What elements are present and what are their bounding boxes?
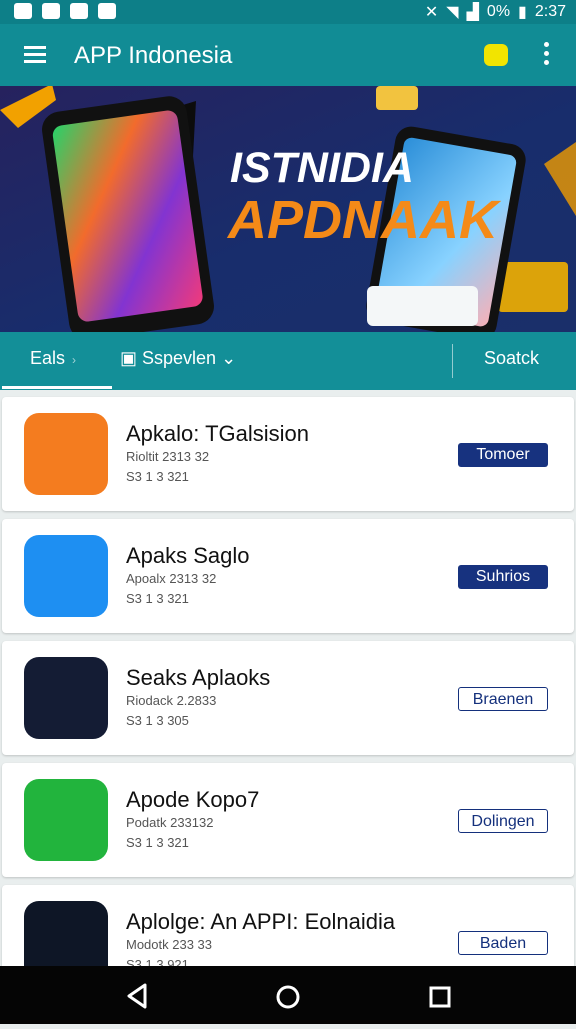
app-card[interactable]: Apode Kopo7 Podatk 233132 S3 1 3 321 Dol… <box>2 763 574 877</box>
app-meta: Riodack 2.2833 <box>126 693 217 708</box>
app-bar: APP Indonesia <box>0 24 576 86</box>
app-badge-button[interactable]: Suhrios <box>458 565 548 589</box>
tab-divider <box>452 344 453 378</box>
app-meta: S3 1 3 305 <box>126 713 189 728</box>
mute-icon: ✕ <box>424 4 439 21</box>
app-meta: S3 1 3 321 <box>126 835 189 850</box>
home-icon[interactable] <box>276 985 300 1009</box>
banner-title-line-2: APDNAAK <box>226 190 502 250</box>
app-badge-button[interactable]: Dolingen <box>458 809 548 833</box>
battery-percent: 0% <box>486 3 511 20</box>
app-meta: Podatk 233132 <box>126 815 214 830</box>
app-music-icon <box>24 413 108 495</box>
app-badge-button[interactable]: Braenen <box>458 687 548 711</box>
signal-icon: ▟ <box>466 4 479 21</box>
app-name: Aplolge: An APPI: Eolnaidia <box>126 909 396 934</box>
app-badge-button[interactable]: Baden <box>458 931 548 955</box>
app-title: APP Indonesia <box>74 42 233 69</box>
app-name: Apode Kopo7 <box>126 787 260 812</box>
chevron-down-icon: ⌄ <box>221 348 237 368</box>
notification-icon <box>14 3 32 19</box>
app-name: Seaks Aplaoks <box>126 665 271 690</box>
app-meta: S3 1 3 321 <box>126 469 189 484</box>
promo-banner[interactable]: ISTNIDIA APDNAAK <box>0 86 576 332</box>
app-meta: Modotk 233 33 <box>126 937 213 952</box>
notification-icon <box>42 3 60 19</box>
wifi-icon: ◥ <box>446 4 459 21</box>
app-chat-icon <box>24 779 108 861</box>
app-badge-button[interactable]: Tomoer <box>458 443 548 467</box>
tab-sspevlen[interactable]: ▣ Sspevlen ⌄ <box>120 348 236 369</box>
navigation-bar <box>0 966 576 1024</box>
recent-apps-icon[interactable] <box>429 986 451 1008</box>
active-tab-indicator <box>2 386 112 389</box>
app-card[interactable]: Seaks Aplaoks Riodack 2.2833 S3 1 3 305 … <box>2 641 574 755</box>
tab-eals[interactable]: Eals › <box>30 348 76 369</box>
app-store-icon <box>24 535 108 617</box>
banner-title-line-1: ISTNIDIA <box>230 144 414 192</box>
battery-icon: ▮ <box>518 4 527 21</box>
app-meta: Apoalx 2313 32 <box>126 571 217 586</box>
app-card[interactable]: Apaks Saglo Apoalx 2313 32 S3 1 3 321 Su… <box>2 519 574 633</box>
notification-icons <box>14 3 116 19</box>
app-meta: S3 1 3 321 <box>126 591 189 606</box>
tab-soatck[interactable]: Soatck <box>484 348 539 369</box>
status-bar: ✕ ◥ ▟ 0% ▮ 2:37 <box>0 0 576 24</box>
chat-icon[interactable] <box>484 44 508 66</box>
notification-icon <box>98 3 116 19</box>
app-card[interactable]: Apkalo: TGalsision Rioltit 2313 32 S3 1 … <box>2 397 574 511</box>
app-name: Apaks Saglo <box>126 543 250 568</box>
app-p-icon <box>24 657 108 739</box>
more-options-icon[interactable] <box>544 42 550 69</box>
app-name: Apkalo: TGalsision <box>126 421 310 446</box>
tab-bar: Eals › ▣ Sspevlen ⌄ Soatck <box>0 332 576 390</box>
notification-icon <box>70 3 88 19</box>
back-icon[interactable] <box>127 983 147 1009</box>
banner-graphic: ISTNIDIA APDNAAK <box>0 86 576 332</box>
app-meta: Rioltit 2313 32 <box>126 449 210 464</box>
menu-icon[interactable] <box>24 46 46 64</box>
clock: 2:37 <box>534 3 566 20</box>
navigation-icons <box>127 983 451 1009</box>
